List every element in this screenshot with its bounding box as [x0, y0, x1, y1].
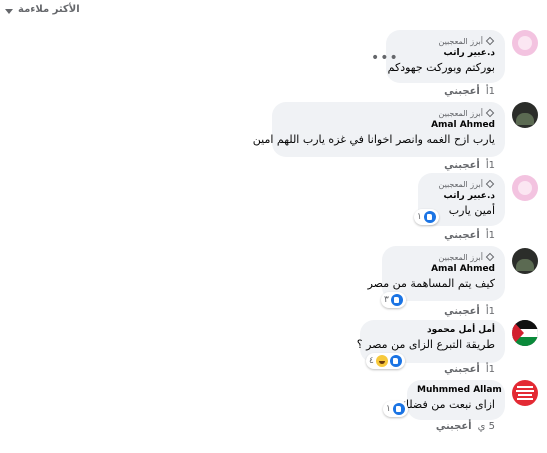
reaction-summary[interactable]: ١ [383, 401, 408, 417]
comment-bubble: أبرز المعجبين Amal Ahmed يارب ازح الغمه … [252, 102, 505, 157]
comment-bubble: Muhmmed Allam ازاى نبعت من فضلك [400, 380, 505, 420]
comment-author[interactable]: Amal Ahmed [392, 264, 495, 274]
comment-author[interactable]: د.عبير راتب [428, 191, 495, 201]
like-button[interactable]: أعجبني [444, 306, 480, 317]
avatar[interactable] [512, 30, 538, 56]
like-reaction-icon [392, 403, 405, 415]
reaction-summary[interactable]: ١ [414, 209, 439, 225]
comment-text: يارب ازح الغمه وانصر اخوانا في غزه يارب … [252, 133, 495, 146]
sort-dropdown[interactable]: الأكثر ملاءمة [0, 0, 547, 22]
comment-actions: 1أ أعجبني [444, 86, 495, 97]
haha-reaction-icon [375, 355, 388, 367]
palestine-flag-icon [512, 320, 538, 346]
comment-author[interactable]: أمل أمل محمود [370, 325, 495, 335]
diamond-icon [486, 37, 495, 46]
comment-time[interactable]: 1أ [486, 86, 495, 97]
like-button[interactable]: أعجبني [444, 160, 480, 171]
comment-time[interactable]: 1أ [486, 364, 495, 375]
reaction-summary[interactable]: ٤ [366, 353, 405, 369]
badge-label: أبرز المعجبين [438, 108, 484, 118]
comment-author[interactable]: Muhmmed Allam [417, 385, 502, 395]
top-fan-badge: أبرز المعجبين [282, 107, 495, 119]
page-logo-icon [516, 386, 534, 400]
sort-label: الأكثر ملاءمة [18, 4, 80, 15]
chevron-down-icon [5, 9, 13, 14]
reaction-count: ١ [386, 404, 391, 414]
comment-time[interactable]: 1أ [486, 160, 495, 171]
comment: Muhmmed Allam ازاى نبعت من فضلك ١ 5 ي أع… [0, 380, 547, 440]
comment-text: ازاى نبعت من فضلك [400, 398, 495, 411]
badge-label: أبرز المعجبين [438, 36, 484, 46]
comment-actions: 1أ أعجبني [444, 160, 495, 171]
avatar[interactable] [512, 320, 538, 346]
diamond-icon [486, 253, 495, 262]
avatar[interactable] [512, 102, 538, 128]
comment-author[interactable]: د.عبير راتب [396, 48, 495, 58]
diamond-icon [486, 180, 495, 189]
comment-time[interactable]: 1أ [486, 230, 495, 241]
reaction-summary[interactable]: ٣ [381, 292, 406, 308]
badge-label: أبرز المعجبين [438, 252, 484, 262]
comment-text: بوركتم وبوركت جهودكم [387, 61, 495, 74]
like-button[interactable]: أعجبني [444, 230, 480, 241]
like-button[interactable]: أعجبني [444, 86, 480, 97]
comment-actions: 1أ أعجبني [444, 306, 495, 317]
comment-text: طريقة التبرع الزاى من مصر ؟ [356, 338, 495, 351]
comment-actions: 5 ي أعجبني [436, 421, 495, 432]
like-reaction-icon [390, 294, 403, 306]
avatar[interactable] [512, 380, 538, 406]
like-reaction-icon [389, 355, 402, 367]
comment-text: كيف يتم المساهمة من مصر [367, 277, 495, 290]
diamond-icon [486, 109, 495, 118]
like-button[interactable]: أعجبني [444, 364, 480, 375]
top-fan-badge: أبرز المعجبين [392, 251, 495, 263]
more-options-icon[interactable]: ••• [371, 50, 399, 66]
like-button[interactable]: أعجبني [436, 421, 472, 432]
badge-label: أبرز المعجبين [438, 179, 484, 189]
avatar[interactable] [512, 175, 538, 201]
comment-actions: 1أ أعجبني [444, 230, 495, 241]
top-fan-badge: أبرز المعجبين [396, 35, 495, 47]
like-reaction-icon [423, 211, 436, 223]
reaction-count: ١ [417, 212, 422, 222]
top-fan-badge: أبرز المعجبين [428, 178, 495, 190]
comment-time[interactable]: 1أ [486, 306, 495, 317]
comment-actions: 1أ أعجبني [444, 364, 495, 375]
comment: أمل أمل محمود طريقة التبرع الزاى من مصر … [0, 320, 547, 376]
avatar[interactable] [512, 248, 538, 274]
reaction-count: ٣ [384, 295, 389, 305]
comment: أبرز المعجبين Amal Ahmed كيف يتم المساهم… [0, 246, 547, 317]
comment-author[interactable]: Amal Ahmed [282, 120, 495, 130]
comment: أبرز المعجبين د.عبير راتب أمين يارب ١ 1أ… [0, 173, 547, 243]
comment-bubble: أبرز المعجبين د.عبير راتب بوركتم وبوركت … [386, 30, 505, 83]
comment: أبرز المعجبين Amal Ahmed يارب ازح الغمه … [0, 102, 547, 171]
comment-time[interactable]: 5 ي [478, 421, 495, 432]
reaction-count: ٤ [369, 356, 374, 366]
comment: أبرز المعجبين د.عبير راتب بوركتم وبوركت … [0, 30, 547, 98]
